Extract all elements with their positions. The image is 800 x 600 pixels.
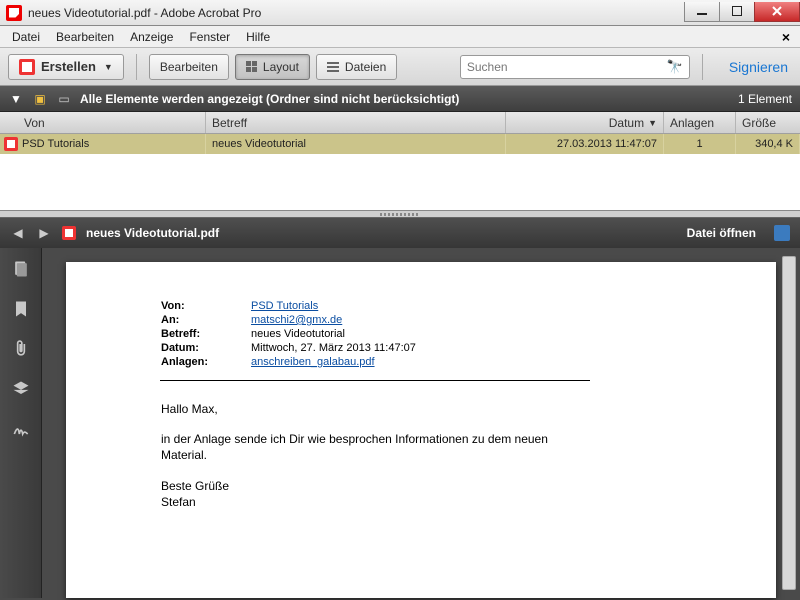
email-attachment[interactable]: anschreiben_galabau.pdf	[251, 356, 375, 368]
nav-prev-icon[interactable]: ◀	[10, 225, 26, 241]
page-viewport: Von: PSD Tutorials An: matschi2@gmx.de B…	[42, 248, 800, 598]
preview-body: Von: PSD Tutorials An: matschi2@gmx.de B…	[0, 248, 800, 598]
email-signature: Stefan	[161, 494, 581, 510]
label-anlagen: Anlagen:	[161, 356, 251, 368]
column-von[interactable]: Von	[0, 112, 206, 133]
pdf-page: Von: PSD Tutorials An: matschi2@gmx.de B…	[66, 262, 776, 598]
email-body: in der Anlage sende ich Dir wie besproch…	[161, 431, 581, 463]
folder-open-icon[interactable]: ▣	[32, 91, 48, 107]
main-toolbar: Erstellen ▼ Bearbeiten Layout Dateien Su…	[0, 48, 800, 86]
binoculars-icon: 🔭	[667, 59, 683, 75]
vertical-scrollbar[interactable]	[782, 256, 796, 590]
maximize-button[interactable]	[719, 2, 755, 22]
table-body: PSD Tutorials neues Videotutorial 27.03.…	[0, 134, 800, 210]
column-anlagen[interactable]: Anlagen	[664, 112, 736, 133]
search-input[interactable]: Suchen 🔭	[460, 55, 690, 79]
bookmarks-panel-icon[interactable]	[10, 298, 32, 320]
label-betreff: Betreff:	[161, 328, 251, 340]
menu-bearbeiten[interactable]: Bearbeiten	[48, 28, 122, 46]
create-button[interactable]: Erstellen ▼	[8, 54, 124, 80]
email-from[interactable]: PSD Tutorials	[251, 300, 318, 312]
nav-next-icon[interactable]: ▶	[36, 225, 52, 241]
email-date: Mittwoch, 27. März 2013 11:47:07	[251, 342, 716, 354]
email-closing: Beste Grüße	[161, 478, 581, 494]
grid-icon	[246, 61, 257, 72]
signatures-panel-icon[interactable]	[10, 418, 32, 440]
filter-text: Alle Elemente werden angezeigt (Ordner s…	[80, 92, 459, 106]
pdf-icon	[62, 226, 76, 240]
column-datum[interactable]: Datum▼	[506, 112, 664, 133]
menu-datei[interactable]: Datei	[4, 28, 48, 46]
label-an: An:	[161, 314, 251, 326]
minimize-button[interactable]	[684, 2, 720, 22]
cell-anlagen: 1	[696, 138, 702, 150]
label-von: Von:	[161, 300, 251, 312]
menu-anzeige[interactable]: Anzeige	[122, 28, 181, 46]
files-label: Dateien	[345, 60, 386, 74]
cell-betreff: neues Videotutorial	[212, 138, 306, 150]
sort-caret-icon: ▼	[648, 118, 657, 128]
table-header: Von Betreff Datum▼ Anlagen Größe	[0, 112, 800, 134]
menu-fenster[interactable]: Fenster	[181, 28, 238, 46]
table-row[interactable]: PSD Tutorials neues Videotutorial 27.03.…	[0, 134, 800, 154]
close-button[interactable]	[754, 2, 800, 22]
create-label: Erstellen	[41, 59, 96, 74]
window-titlebar: neues Videotutorial.pdf - Adobe Acrobat …	[0, 0, 800, 26]
email-to[interactable]: matschi2@gmx.de	[251, 314, 342, 326]
column-groesse[interactable]: Größe	[736, 112, 800, 133]
edit-button[interactable]: Bearbeiten	[149, 54, 229, 80]
document-close-icon[interactable]: ×	[776, 29, 796, 45]
layout-label: Layout	[263, 60, 299, 74]
cell-von: PSD Tutorials	[22, 138, 89, 150]
preview-filename: neues Videotutorial.pdf	[86, 226, 219, 240]
open-file-button[interactable]: Datei öffnen	[687, 226, 756, 240]
element-count: 1 Element	[738, 92, 792, 106]
search-placeholder: Suchen	[467, 60, 508, 74]
sign-button[interactable]: Signieren	[729, 59, 788, 75]
acrobat-app-icon	[6, 5, 22, 21]
email-greeting: Hallo Max,	[161, 401, 581, 417]
attachments-panel-icon[interactable]	[10, 338, 32, 360]
files-button[interactable]: Dateien	[316, 54, 397, 80]
create-icon	[19, 59, 35, 75]
pane-splitter[interactable]	[0, 210, 800, 218]
filter-icon[interactable]: ▼	[8, 91, 24, 107]
layout-button[interactable]: Layout	[235, 54, 310, 80]
pdf-icon	[4, 137, 18, 151]
cell-groesse: 340,4 K	[755, 138, 793, 150]
layers-panel-icon[interactable]	[10, 378, 32, 400]
menu-bar: Datei Bearbeiten Anzeige Fenster Hilfe ×	[0, 26, 800, 48]
chevron-down-icon: ▼	[104, 62, 113, 72]
navigation-panel	[0, 248, 42, 598]
divider	[160, 380, 590, 381]
preview-header: ◀ ▶ neues Videotutorial.pdf Datei öffnen	[0, 218, 800, 248]
edit-label: Bearbeiten	[160, 60, 218, 74]
label-datum: Datum:	[161, 342, 251, 354]
column-betreff[interactable]: Betreff	[206, 112, 506, 133]
export-icon[interactable]	[774, 225, 790, 241]
cell-datum: 27.03.2013 11:47:07	[557, 138, 657, 150]
pages-panel-icon[interactable]	[10, 258, 32, 280]
window-icon[interactable]: ▭	[56, 91, 72, 107]
list-icon	[327, 62, 339, 72]
window-title: neues Videotutorial.pdf - Adobe Acrobat …	[28, 6, 261, 20]
filter-bar: ▼ ▣ ▭ Alle Elemente werden angezeigt (Or…	[0, 86, 800, 112]
email-subject: neues Videotutorial	[251, 328, 716, 340]
menu-hilfe[interactable]: Hilfe	[238, 28, 278, 46]
